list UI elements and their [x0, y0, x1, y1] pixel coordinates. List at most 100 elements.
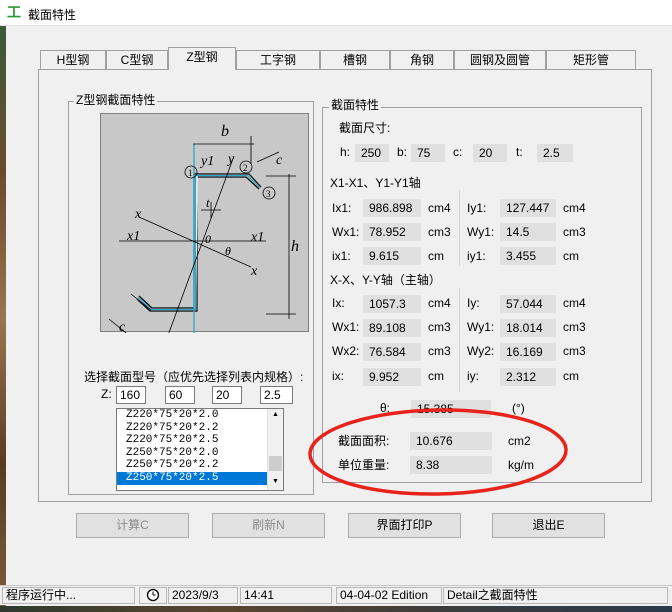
scroll-up-arrow-icon[interactable]: ▲ — [272, 411, 279, 418]
node-2-label: 2 — [243, 163, 248, 173]
window-title: 截面特性 — [28, 8, 77, 22]
tab-round-pipe[interactable]: 圆钢及圆管 — [454, 50, 546, 69]
wx1-principal-value: 89.108 — [363, 319, 421, 337]
tab-channel[interactable]: 槽钢 — [320, 50, 390, 69]
y-top-label: y — [226, 152, 235, 167]
list-item[interactable]: Z220*75*20*2.0 — [117, 409, 283, 422]
clock-icon — [139, 587, 167, 604]
list-item[interactable]: Z250*75*20*2.2 — [117, 459, 283, 472]
scrollbar-thumb[interactable] — [269, 456, 282, 471]
axis2-title: X-X、Y-Y轴（主轴） — [330, 273, 441, 287]
z-section-drawing: b y1 y c t x x1 0 x1 θ x h y y1 c 1 2 3 — [108, 123, 299, 350]
tab-i-beam[interactable]: 工字钢 — [236, 50, 320, 69]
ix-radius-unit: cm — [428, 369, 444, 383]
desktop-background-strip — [0, 26, 6, 612]
tab-c-steel[interactable]: C型钢 — [106, 50, 168, 69]
node-3-label: 3 — [266, 189, 271, 199]
z-profile-outline — [136, 173, 262, 312]
title-bar — [0, 0, 672, 26]
iy-radius-unit: cm — [563, 369, 579, 383]
h-input[interactable]: 160 — [116, 386, 146, 404]
ix-radius-value: 9.952 — [363, 368, 421, 386]
ix1-unit: cm4 — [428, 201, 451, 215]
tab-h-steel[interactable]: H型钢 — [40, 50, 106, 69]
x1-left-label: x1 — [126, 229, 140, 244]
wy1-label: Wy1: — [467, 225, 495, 239]
wx2-label: Wx2: — [332, 344, 360, 358]
calculate-button[interactable]: 计算C — [76, 513, 189, 538]
wx1-principal-unit: cm3 — [428, 320, 451, 334]
ix-unit: cm4 — [428, 296, 451, 310]
wx1-unit: cm3 — [428, 225, 451, 239]
iy1-unit: cm4 — [563, 201, 586, 215]
dim-h-value: 250 — [355, 144, 389, 162]
ix1-value: 986.898 — [363, 199, 421, 217]
profile-centerline — [137, 174, 261, 311]
x-left-label: x — [134, 207, 142, 222]
ix1-radius-label: ix1: — [332, 249, 351, 263]
axis1-title: X1-X1、Y1-Y1轴 — [330, 176, 421, 190]
node-1-label: 1 — [188, 168, 193, 178]
wx1-label: Wx1: — [332, 225, 360, 239]
scroll-down-arrow-icon[interactable]: ▼ — [272, 478, 279, 485]
red-annotation-ellipse — [308, 408, 568, 496]
list-item[interactable]: Z250*75*20*2.0 — [117, 447, 283, 460]
iy1-value: 127.447 — [500, 199, 556, 217]
wy1-principal-value: 18.014 — [500, 319, 556, 337]
iy-radius-label: iy: — [467, 369, 479, 383]
list-item-selected[interactable]: Z250*75*20*2.5 — [117, 471, 267, 485]
tab-angle[interactable]: 角钢 — [390, 50, 454, 69]
status-detail: Detail之截面特性 — [443, 587, 668, 604]
list-item[interactable]: Z220*75*20*2.5 — [117, 434, 283, 447]
list-scrollbar[interactable]: ▲ ▼ — [267, 409, 283, 490]
c-bottom-label: c — [119, 320, 126, 333]
wy2-label: Wy2: — [467, 344, 495, 358]
iy1-radius-unit: cm — [563, 249, 579, 263]
status-running: 程序运行中... — [2, 587, 135, 604]
print-screen-button[interactable]: 界面打印P — [348, 513, 461, 538]
c-input[interactable]: 20 — [212, 386, 242, 404]
z-param-label: Z: — [101, 387, 112, 401]
iy-unit: cm4 — [563, 296, 586, 310]
wy1-value: 14.5 — [500, 223, 556, 241]
exit-button[interactable]: 退出E — [492, 513, 605, 538]
taskbar-strip — [0, 606, 672, 612]
theta-label: θ — [225, 244, 231, 258]
wy2-unit: cm3 — [563, 344, 586, 358]
axis1-divider — [459, 190, 460, 266]
z-section-diagram: b y1 y c t x x1 0 x1 θ x h y y1 c 1 2 3 — [100, 113, 309, 350]
wy2-value: 16.169 — [500, 343, 556, 361]
dim-h-label: h: — [340, 145, 351, 159]
wy1-principal-unit: cm3 — [563, 320, 586, 334]
refresh-button[interactable]: 刷新N — [212, 513, 325, 538]
tab-z-steel[interactable]: Z型钢 — [168, 47, 236, 70]
section-properties-title: 截面特性 — [329, 98, 382, 112]
iy1-label: Iy1: — [467, 201, 487, 215]
y1-top-label: y1 — [199, 154, 214, 169]
dims-title: 截面尺寸: — [339, 121, 391, 135]
dim-b-label: b: — [397, 145, 408, 159]
axis2-divider — [459, 288, 460, 392]
wx2-unit: cm3 — [428, 344, 451, 358]
status-edition: 04-04-02 Edition — [336, 587, 442, 604]
select-section-label: 选择截面型号（应优先选择列表内规格）: — [84, 370, 304, 384]
status-date: 2023/9/3 — [168, 587, 238, 604]
wx2-value: 76.584 — [363, 343, 421, 361]
dim-b-value: 75 — [411, 144, 445, 162]
iy1-radius-value: 3.455 — [500, 247, 556, 265]
t-label: t — [206, 195, 210, 210]
alarm-clock-icon — [146, 588, 160, 602]
ix1-label: Ix1: — [332, 201, 352, 215]
iy-radius-value: 2.312 — [500, 368, 556, 386]
c-bottom-extension — [130, 293, 152, 311]
list-item[interactable]: Z220*75*20*2.2 — [117, 422, 283, 435]
tab-rect-tube[interactable]: 矩形管 — [546, 50, 636, 69]
dim-t-value: 2.5 — [537, 144, 573, 162]
iy-label: Iy: — [467, 296, 480, 310]
t-input[interactable]: 2.5 — [260, 386, 293, 404]
b-input[interactable]: 60 — [165, 386, 195, 404]
iy1-radius-label: iy1: — [467, 249, 486, 263]
I-beam-icon: 工 — [7, 4, 21, 20]
section-type-list[interactable]: Z220*75*20*2.0 Z220*75*20*2.2 Z220*75*20… — [116, 408, 284, 491]
origin-label: 0 — [205, 232, 211, 246]
